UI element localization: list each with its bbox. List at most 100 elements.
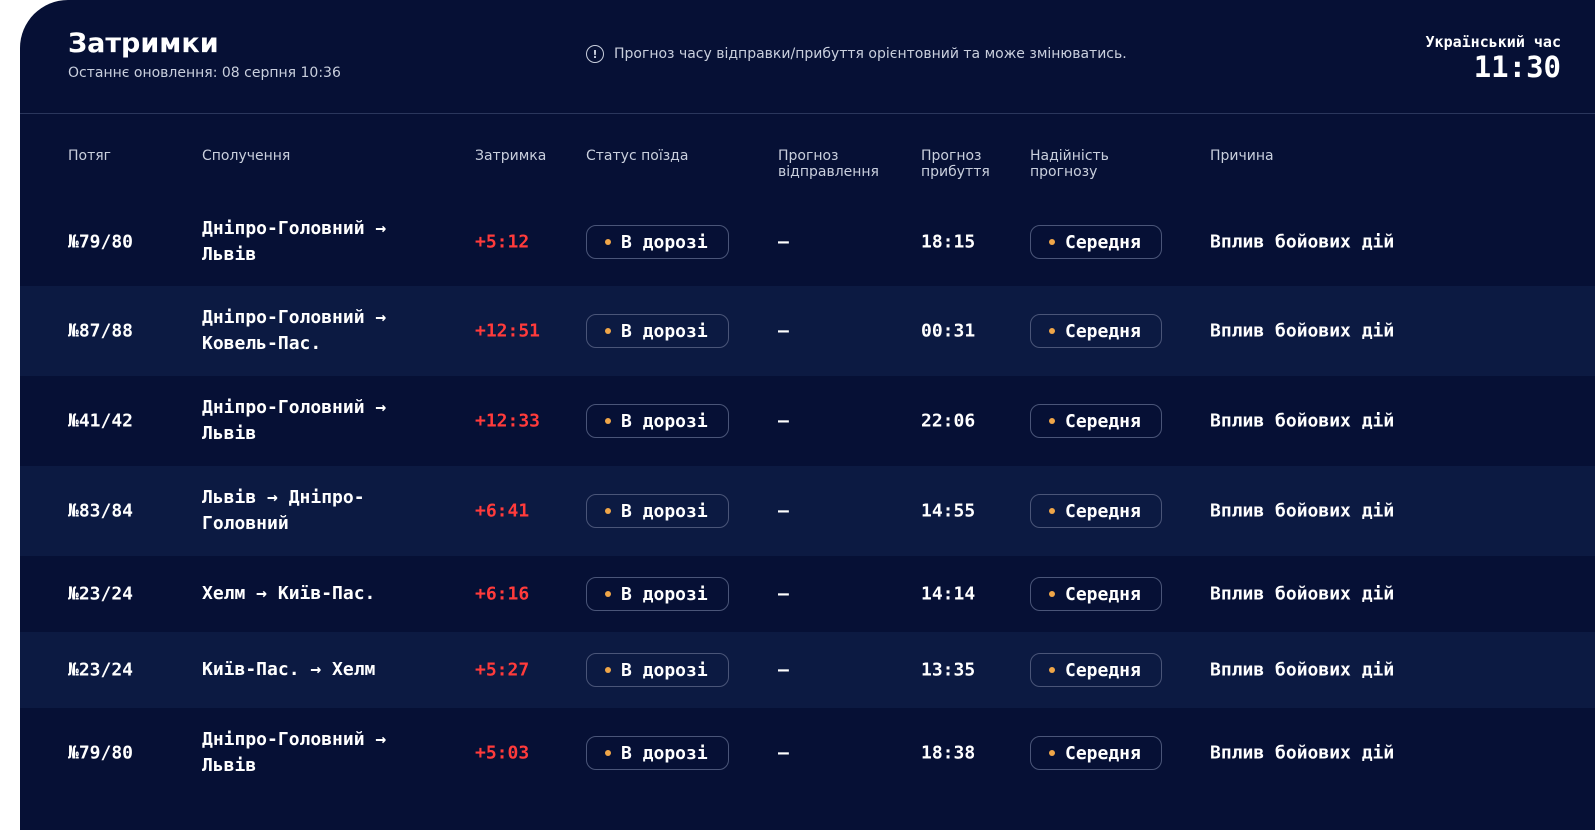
status-badge: В дорозі bbox=[586, 404, 729, 438]
table-row[interactable]: №23/24 Київ-Пас. → Хелм +5:27 В дорозі — 13:3… bbox=[20, 632, 1595, 708]
arrival-forecast: 14:55 bbox=[921, 500, 976, 522]
status-badge-cell: В дорозі bbox=[586, 494, 729, 528]
status-badge-cell: В дорозі bbox=[586, 404, 729, 438]
route: Дніпро-Головний → Ковель-Пас. bbox=[202, 307, 387, 354]
reliability-badge: Середня bbox=[1030, 653, 1162, 687]
column-header-arrival: Прогноз прибуття bbox=[921, 148, 990, 180]
delay-value: +5:12 bbox=[475, 231, 530, 253]
column-header-delay: Затримка bbox=[475, 148, 547, 164]
status-badge-cell: В дорозі bbox=[586, 653, 729, 687]
train-number: №83/84 bbox=[68, 500, 134, 522]
table-row[interactable]: №79/80 Дніпро-Головний → Львів +5:03 В доро… bbox=[20, 708, 1595, 798]
status-dot-icon bbox=[1049, 591, 1055, 597]
status-badge-label: В дорозі bbox=[621, 231, 708, 253]
delay-reason: Вплив бойових дій bbox=[1210, 410, 1395, 432]
arrival-forecast: 14:14 bbox=[921, 583, 976, 605]
status-dot-icon bbox=[1049, 328, 1055, 334]
reliability-badge-label: Середня bbox=[1065, 742, 1141, 764]
reliability-badge-cell: Середня bbox=[1030, 653, 1162, 687]
route: Дніпро-Головний → Львів bbox=[202, 397, 387, 444]
delay-reason: Вплив бойових дій bbox=[1210, 500, 1395, 522]
reliability-badge: Середня bbox=[1030, 314, 1162, 348]
delays-table-body: №79/80 Дніпро-Головний → Львів +5:12 В доро… bbox=[20, 198, 1595, 798]
status-dot-icon bbox=[605, 591, 611, 597]
delays-board: Затримки Останнє оновлення: 08 серпня 10… bbox=[20, 0, 1595, 830]
delay-reason: Вплив бойових дій bbox=[1210, 742, 1395, 764]
delay-value: +5:27 bbox=[475, 659, 530, 681]
status-dot-icon bbox=[605, 418, 611, 424]
route: Дніпро-Головний → Львів bbox=[202, 218, 387, 265]
status-badge: В дорозі bbox=[586, 494, 729, 528]
forecast-notice-text: Прогноз часу відправки/прибуття орієнтов… bbox=[614, 46, 1127, 62]
train-number: №23/24 bbox=[68, 659, 134, 681]
column-header-train: Потяг bbox=[68, 148, 112, 164]
reliability-badge-label: Середня bbox=[1065, 583, 1141, 605]
clock-label: Український час bbox=[1425, 33, 1561, 51]
status-dot-icon bbox=[605, 667, 611, 673]
reliability-badge-cell: Середня bbox=[1030, 314, 1162, 348]
reliability-badge: Середня bbox=[1030, 404, 1162, 438]
clock-time: 11:30 bbox=[1473, 50, 1561, 84]
status-badge: В дорозі bbox=[586, 736, 729, 770]
status-dot-icon bbox=[1049, 508, 1055, 514]
status-badge-label: В дорозі bbox=[621, 410, 708, 432]
reliability-badge-label: Середня bbox=[1065, 659, 1141, 681]
status-badge-cell: В дорозі bbox=[586, 577, 729, 611]
reliability-badge: Середня bbox=[1030, 225, 1162, 259]
column-header-route: Сполучення bbox=[202, 148, 291, 164]
route: Львів → Дніпро-Головний bbox=[202, 487, 365, 534]
reliability-badge-cell: Середня bbox=[1030, 404, 1162, 438]
status-dot-icon bbox=[1049, 239, 1055, 245]
column-header-departure: Прогноз відправлення bbox=[778, 148, 879, 180]
reliability-badge: Середня bbox=[1030, 577, 1162, 611]
table-row[interactable]: №79/80 Дніпро-Головний → Львів +5:12 В доро… bbox=[20, 198, 1595, 286]
delay-value: +12:33 bbox=[475, 410, 541, 432]
departure-forecast: — bbox=[778, 742, 789, 764]
reliability-badge-label: Середня bbox=[1065, 410, 1141, 432]
status-dot-icon bbox=[605, 328, 611, 334]
route: Хелм → Київ-Пас. bbox=[202, 583, 376, 604]
status-dot-icon bbox=[1049, 750, 1055, 756]
delay-value: +12:51 bbox=[475, 320, 541, 342]
train-number: №79/80 bbox=[68, 231, 134, 253]
reliability-badge: Середня bbox=[1030, 736, 1162, 770]
status-dot-icon bbox=[1049, 418, 1055, 424]
board-header: Затримки Останнє оновлення: 08 серпня 10… bbox=[20, 0, 1595, 114]
status-badge-label: В дорозі bbox=[621, 742, 708, 764]
status-dot-icon bbox=[605, 239, 611, 245]
status-badge: В дорозі bbox=[586, 653, 729, 687]
status-badge: В дорозі bbox=[586, 314, 729, 348]
info-circle-icon: ! bbox=[586, 45, 604, 63]
status-badge-label: В дорозі bbox=[621, 500, 708, 522]
table-row[interactable]: №41/42 Дніпро-Головний → Львів +12:33 В дор… bbox=[20, 376, 1595, 466]
delay-value: +6:41 bbox=[475, 500, 530, 522]
status-badge: В дорозі bbox=[586, 225, 729, 259]
departure-forecast: — bbox=[778, 320, 789, 342]
table-row[interactable]: №83/84 Львів → Дніпро-Головний +6:41 В доро… bbox=[20, 466, 1595, 556]
departure-forecast: — bbox=[778, 231, 789, 253]
table-row[interactable]: №23/24 Хелм → Київ-Пас. +6:16 В дорозі — 14:1… bbox=[20, 556, 1595, 632]
delay-reason: Вплив бойових дій bbox=[1210, 231, 1395, 253]
route: Дніпро-Головний → Львів bbox=[202, 729, 387, 776]
train-number: №87/88 bbox=[68, 320, 134, 342]
arrival-forecast: 18:38 bbox=[921, 742, 976, 764]
delay-reason: Вплив бойових дій bbox=[1210, 320, 1395, 342]
status-badge-cell: В дорозі bbox=[586, 736, 729, 770]
reliability-badge-label: Середня bbox=[1065, 231, 1141, 253]
departure-forecast: — bbox=[778, 659, 789, 681]
delay-value: +5:03 bbox=[475, 742, 530, 764]
reliability-badge: Середня bbox=[1030, 494, 1162, 528]
reliability-badge-cell: Середня bbox=[1030, 494, 1162, 528]
column-header-reliability: Надійність прогнозу bbox=[1030, 148, 1109, 180]
table-header: Потяг Сполучення Затримка Статус поїзда … bbox=[20, 148, 1595, 188]
departure-forecast: — bbox=[778, 500, 789, 522]
table-row[interactable]: №87/88 Дніпро-Головний → Ковель-Пас. +12:5… bbox=[20, 286, 1595, 376]
status-dot-icon bbox=[605, 750, 611, 756]
status-badge: В дорозі bbox=[586, 577, 729, 611]
status-badge-label: В дорозі bbox=[621, 583, 708, 605]
reliability-badge-cell: Середня bbox=[1030, 577, 1162, 611]
delay-value: +6:16 bbox=[475, 583, 530, 605]
arrival-forecast: 22:06 bbox=[921, 410, 976, 432]
reliability-badge-cell: Середня bbox=[1030, 225, 1162, 259]
column-header-reason: Причина bbox=[1210, 148, 1274, 164]
